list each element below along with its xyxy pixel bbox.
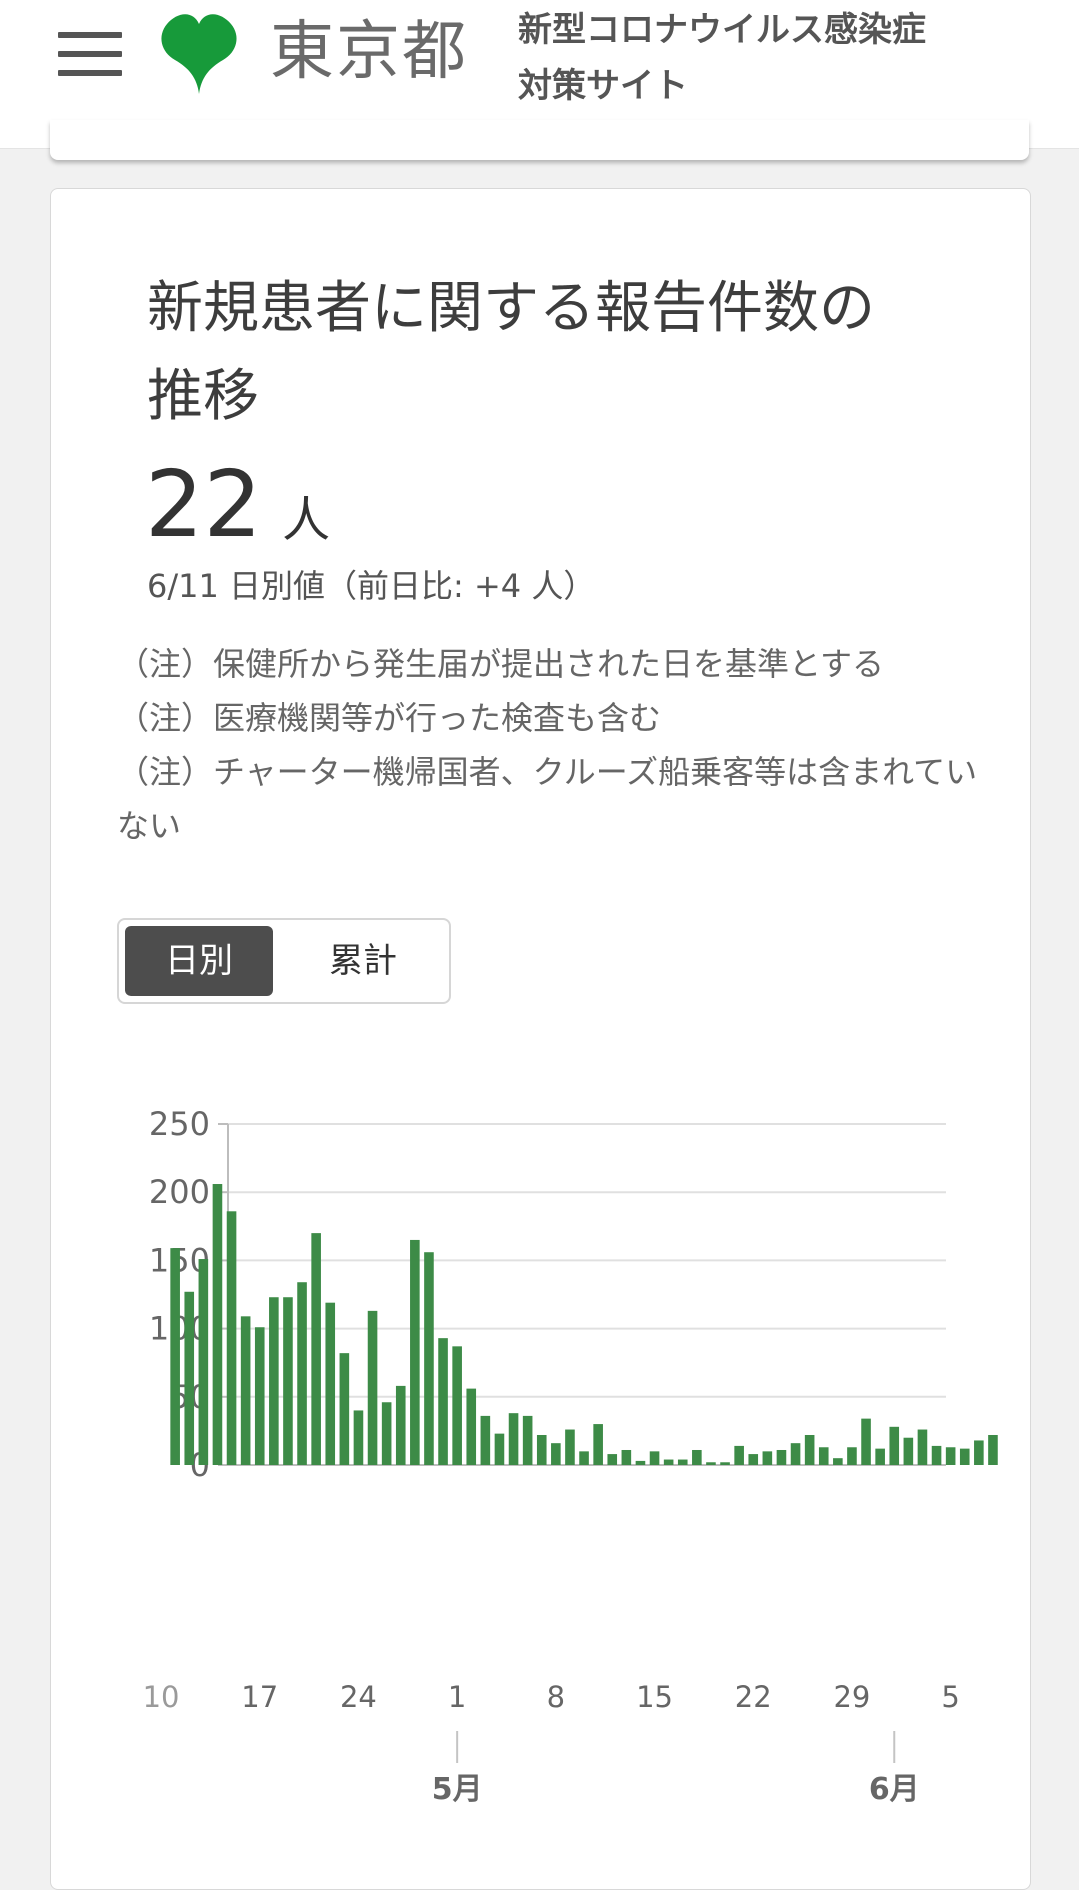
bar[interactable] xyxy=(212,1184,223,1465)
bar[interactable] xyxy=(762,1451,773,1465)
bar[interactable] xyxy=(804,1434,815,1465)
bar[interactable] xyxy=(226,1211,237,1465)
bar[interactable] xyxy=(424,1252,434,1465)
bar[interactable] xyxy=(847,1447,857,1465)
bar[interactable] xyxy=(861,1418,871,1465)
y-tick-label: 200 xyxy=(149,1173,210,1211)
bar[interactable] xyxy=(748,1454,759,1465)
y-tick-label: 250 xyxy=(149,1105,210,1143)
bar[interactable] xyxy=(269,1297,279,1465)
bar[interactable] xyxy=(339,1353,350,1465)
bar[interactable] xyxy=(931,1445,942,1465)
month-label: 6月 xyxy=(869,1772,920,1807)
bar[interactable] xyxy=(818,1447,829,1465)
bar[interactable] xyxy=(776,1449,787,1465)
bar[interactable] xyxy=(480,1415,491,1465)
x-tick-label: 1 xyxy=(448,1680,466,1714)
hamburger-menu-icon[interactable] xyxy=(58,32,122,76)
bar[interactable] xyxy=(565,1429,575,1465)
bar[interactable] xyxy=(198,1259,209,1465)
bar[interactable] xyxy=(903,1437,914,1465)
bar[interactable] xyxy=(917,1429,928,1465)
x-tick-label: 29 xyxy=(833,1680,870,1714)
x-tick-label: 24 xyxy=(340,1680,377,1714)
bar[interactable] xyxy=(579,1451,589,1465)
bar[interactable] xyxy=(635,1460,646,1465)
site-title-line2: 対策サイト xyxy=(518,66,688,106)
bar[interactable] xyxy=(734,1445,744,1465)
bar[interactable] xyxy=(621,1449,632,1465)
x-tick-label: 10 xyxy=(143,1680,180,1714)
bar[interactable] xyxy=(367,1310,378,1465)
bar[interactable] xyxy=(607,1454,618,1465)
bar[interactable] xyxy=(692,1449,702,1465)
bar[interactable] xyxy=(395,1385,406,1465)
daily-cases-bar-chart: 0501001502002501017241815222955月6月 xyxy=(143,1105,998,1807)
bar[interactable] xyxy=(945,1447,956,1465)
logo-text: 東京都 xyxy=(270,15,468,89)
tokyo-ginkgo-logo-icon xyxy=(161,14,237,94)
x-tick-label: 5 xyxy=(941,1680,959,1714)
bar[interactable] xyxy=(706,1462,716,1465)
bar[interactable] xyxy=(311,1233,321,1465)
x-tick-label: 22 xyxy=(735,1680,772,1714)
bar[interactable] xyxy=(466,1388,477,1465)
bar[interactable] xyxy=(283,1297,293,1465)
bar[interactable] xyxy=(508,1413,519,1465)
bar[interactable] xyxy=(297,1282,307,1465)
bar[interactable] xyxy=(170,1248,180,1465)
bar[interactable] xyxy=(438,1338,448,1465)
bar[interactable] xyxy=(593,1424,603,1465)
bar[interactable] xyxy=(677,1459,688,1465)
x-tick-label: 15 xyxy=(636,1680,673,1714)
bar[interactable] xyxy=(663,1459,674,1465)
bar[interactable] xyxy=(325,1302,336,1465)
bar[interactable] xyxy=(184,1291,195,1465)
bar[interactable] xyxy=(988,1434,998,1465)
bar[interactable] xyxy=(974,1440,984,1465)
bar[interactable] xyxy=(452,1346,462,1465)
bar[interactable] xyxy=(353,1410,364,1465)
bar[interactable] xyxy=(959,1448,970,1465)
bar[interactable] xyxy=(536,1434,547,1465)
month-label: 5月 xyxy=(432,1772,483,1807)
bar[interactable] xyxy=(381,1402,392,1465)
bar[interactable] xyxy=(494,1433,505,1465)
bar[interactable] xyxy=(790,1443,801,1465)
new-patients-card: 新規患者に関する報告件数の推移 22 人 6/11 日別値（前日比: +4 人） … xyxy=(50,188,1031,1890)
site-title[interactable]: 新型コロナウイルス感染症 対策サイト xyxy=(518,2,1038,114)
bar[interactable] xyxy=(720,1462,730,1465)
x-tick-label: 17 xyxy=(241,1680,278,1714)
site-title-line1: 新型コロナウイルス感染症 xyxy=(518,10,926,50)
bar[interactable] xyxy=(551,1443,561,1465)
bar[interactable] xyxy=(254,1327,265,1465)
bar[interactable] xyxy=(410,1239,420,1465)
bar[interactable] xyxy=(522,1415,533,1465)
bar[interactable] xyxy=(875,1448,885,1465)
bar[interactable] xyxy=(240,1316,251,1465)
x-tick-label: 8 xyxy=(547,1680,565,1714)
bar[interactable] xyxy=(889,1426,900,1465)
bar[interactable] xyxy=(833,1458,843,1465)
bar[interactable] xyxy=(649,1451,660,1465)
previous-card-edge xyxy=(50,120,1029,160)
